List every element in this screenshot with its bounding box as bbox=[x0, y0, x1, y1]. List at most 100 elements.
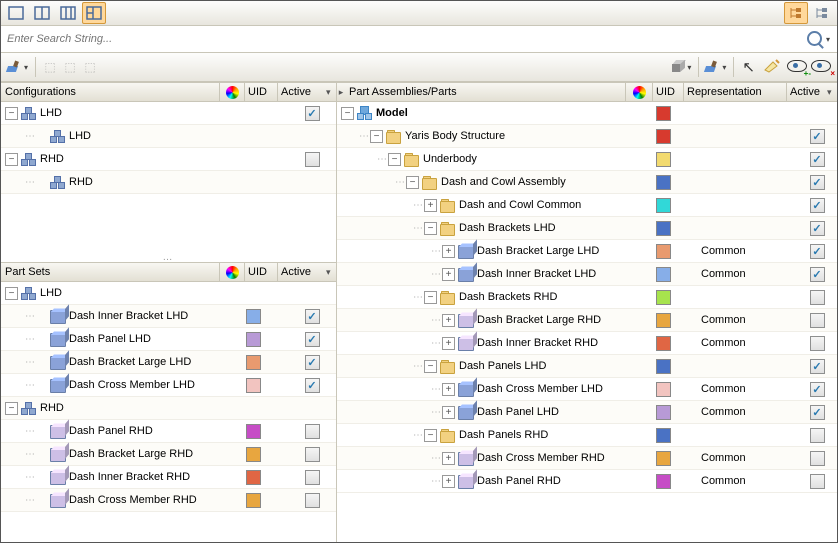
tree-row[interactable]: ⋯+Dash Inner Bracket LHDCommon✓ bbox=[337, 263, 837, 286]
tree-row[interactable]: ⋯−Underbody✓ bbox=[337, 148, 837, 171]
search-dropdown[interactable]: ▾ bbox=[826, 35, 833, 44]
tool-icon-1[interactable]: ⬚ bbox=[40, 57, 60, 77]
tree-row[interactable]: ⋯+Dash Bracket Large LHDCommon✓ bbox=[337, 240, 837, 263]
assemblies-tree[interactable]: −Model⋯−Yaris Body Structure✓⋯−Underbody… bbox=[337, 102, 837, 542]
checkbox-unchecked[interactable] bbox=[810, 474, 825, 489]
checkbox-checked[interactable]: ✓ bbox=[810, 175, 825, 190]
cursor-icon[interactable]: ↖ bbox=[742, 58, 755, 76]
color-swatch[interactable] bbox=[656, 313, 671, 328]
collapse-toggle[interactable]: − bbox=[406, 176, 419, 189]
color-swatch[interactable] bbox=[656, 175, 671, 190]
tree-row[interactable]: −Model bbox=[337, 102, 837, 125]
tree-row[interactable]: −RHD bbox=[1, 148, 336, 171]
color-swatch[interactable] bbox=[246, 470, 261, 485]
pane-gripper[interactable]: … bbox=[1, 252, 336, 262]
tool-icon-2[interactable]: ⬚ bbox=[60, 57, 80, 77]
collapse-toggle[interactable]: − bbox=[388, 153, 401, 166]
expand-toggle[interactable]: + bbox=[442, 383, 455, 396]
color-swatch[interactable] bbox=[246, 424, 261, 439]
tree-row[interactable]: ⋯Dash Panel RHD bbox=[1, 420, 336, 443]
tree-row[interactable]: ⋯−Dash Brackets RHD bbox=[337, 286, 837, 309]
configs-uid-header[interactable]: UID bbox=[244, 83, 277, 101]
tree-row[interactable]: ⋯Dash Bracket Large LHD✓ bbox=[1, 351, 336, 374]
checkbox-checked[interactable]: ✓ bbox=[810, 382, 825, 397]
collapse-toggle[interactable]: − bbox=[424, 291, 437, 304]
color-swatch[interactable] bbox=[656, 336, 671, 351]
collapse-toggle[interactable]: − bbox=[5, 107, 18, 120]
tree-row[interactable]: ⋯Dash Inner Bracket RHD bbox=[1, 466, 336, 489]
expand-toggle[interactable]: + bbox=[442, 452, 455, 465]
brush2-dropdown[interactable]: ▾ bbox=[722, 63, 729, 72]
color-swatch[interactable] bbox=[656, 106, 671, 121]
expand-toggle[interactable]: + bbox=[442, 314, 455, 327]
header-sort-icon[interactable]: ▾ bbox=[326, 267, 336, 278]
configs-tree[interactable]: −LHD✓⋯LHD−RHD⋯RHD bbox=[1, 102, 336, 252]
checkbox-checked[interactable]: ✓ bbox=[810, 152, 825, 167]
expand-toggle[interactable]: + bbox=[442, 268, 455, 281]
checkbox-unchecked[interactable] bbox=[305, 447, 320, 462]
checkbox-unchecked[interactable] bbox=[305, 424, 320, 439]
checkbox-checked[interactable]: ✓ bbox=[305, 378, 320, 393]
brush-dropdown[interactable]: ▾ bbox=[24, 63, 31, 72]
color-swatch[interactable] bbox=[246, 355, 261, 370]
header-sort-icon[interactable]: ▾ bbox=[326, 87, 336, 98]
checkbox-unchecked[interactable] bbox=[810, 336, 825, 351]
color-swatch[interactable] bbox=[246, 447, 261, 462]
checkbox-checked[interactable]: ✓ bbox=[305, 106, 320, 121]
tree-row[interactable]: ⋯+Dash Cross Member RHDCommon bbox=[337, 447, 837, 470]
checkbox-unchecked[interactable] bbox=[810, 313, 825, 328]
tree-mode1-button[interactable] bbox=[784, 2, 808, 24]
wipe-icon[interactable] bbox=[763, 58, 781, 77]
assemblies-rep-header[interactable]: Representation bbox=[683, 83, 786, 101]
assemblies-title[interactable]: Part Assemblies/Parts bbox=[345, 86, 625, 98]
color-swatch[interactable] bbox=[246, 493, 261, 508]
tree-row[interactable]: ⋯+Dash Panel RHDCommon bbox=[337, 470, 837, 493]
partsets-tree[interactable]: −LHD⋯Dash Inner Bracket LHD✓⋯Dash Panel … bbox=[1, 282, 336, 542]
checkbox-checked[interactable]: ✓ bbox=[810, 405, 825, 420]
tree-row[interactable]: ⋯+Dash Inner Bracket RHDCommon bbox=[337, 332, 837, 355]
configs-color-header[interactable] bbox=[219, 83, 244, 101]
brush-icon[interactable] bbox=[5, 58, 23, 76]
color-swatch[interactable] bbox=[656, 405, 671, 420]
color-swatch[interactable] bbox=[656, 152, 671, 167]
tree-row[interactable]: ⋯Dash Cross Member RHD bbox=[1, 489, 336, 512]
configs-active-header[interactable]: Active bbox=[277, 83, 326, 101]
color-swatch[interactable] bbox=[656, 244, 671, 259]
partsets-uid-header[interactable]: UID bbox=[244, 263, 277, 281]
collapse-toggle[interactable]: − bbox=[5, 153, 18, 166]
assemblies-uid-header[interactable]: UID bbox=[652, 83, 683, 101]
layout-split3-button[interactable] bbox=[56, 2, 80, 24]
checkbox-unchecked[interactable] bbox=[305, 152, 320, 167]
tree-row[interactable]: ⋯+Dash and Cowl Common✓ bbox=[337, 194, 837, 217]
partsets-active-header[interactable]: Active bbox=[277, 263, 326, 281]
tree-row[interactable]: −LHD bbox=[1, 282, 336, 305]
cube-dropdown[interactable]: ▾ bbox=[687, 63, 694, 72]
search-input[interactable] bbox=[5, 32, 805, 46]
tree-row[interactable]: ⋯−Dash Panels RHD bbox=[337, 424, 837, 447]
collapse-toggle[interactable]: − bbox=[424, 429, 437, 442]
color-swatch[interactable] bbox=[656, 221, 671, 236]
layout-single-button[interactable] bbox=[4, 2, 28, 24]
color-swatch[interactable] bbox=[246, 309, 261, 324]
collapse-toggle[interactable]: − bbox=[341, 107, 354, 120]
assemblies-color-header[interactable] bbox=[625, 83, 652, 101]
checkbox-unchecked[interactable] bbox=[810, 290, 825, 305]
search-icon[interactable] bbox=[805, 29, 825, 49]
assemblies-active-header[interactable]: Active bbox=[786, 83, 827, 101]
brush2-icon[interactable] bbox=[703, 58, 721, 76]
collapse-toggle[interactable]: − bbox=[424, 222, 437, 235]
expand-toggle[interactable]: + bbox=[442, 245, 455, 258]
checkbox-checked[interactable]: ✓ bbox=[810, 198, 825, 213]
tree-row[interactable]: ⋯−Dash and Cowl Assembly✓ bbox=[337, 171, 837, 194]
color-swatch[interactable] bbox=[246, 332, 261, 347]
tree-row[interactable]: ⋯+Dash Bracket Large RHDCommon bbox=[337, 309, 837, 332]
color-swatch[interactable] bbox=[656, 290, 671, 305]
checkbox-unchecked[interactable] bbox=[305, 470, 320, 485]
tree-row[interactable]: ⋯RHD bbox=[1, 171, 336, 194]
tree-row[interactable]: ⋯−Yaris Body Structure✓ bbox=[337, 125, 837, 148]
checkbox-checked[interactable]: ✓ bbox=[305, 355, 320, 370]
tree-row[interactable]: ⋯Dash Bracket Large RHD bbox=[1, 443, 336, 466]
color-swatch[interactable] bbox=[656, 359, 671, 374]
eye-minus-icon[interactable]: × bbox=[811, 60, 831, 75]
checkbox-checked[interactable]: ✓ bbox=[305, 332, 320, 347]
